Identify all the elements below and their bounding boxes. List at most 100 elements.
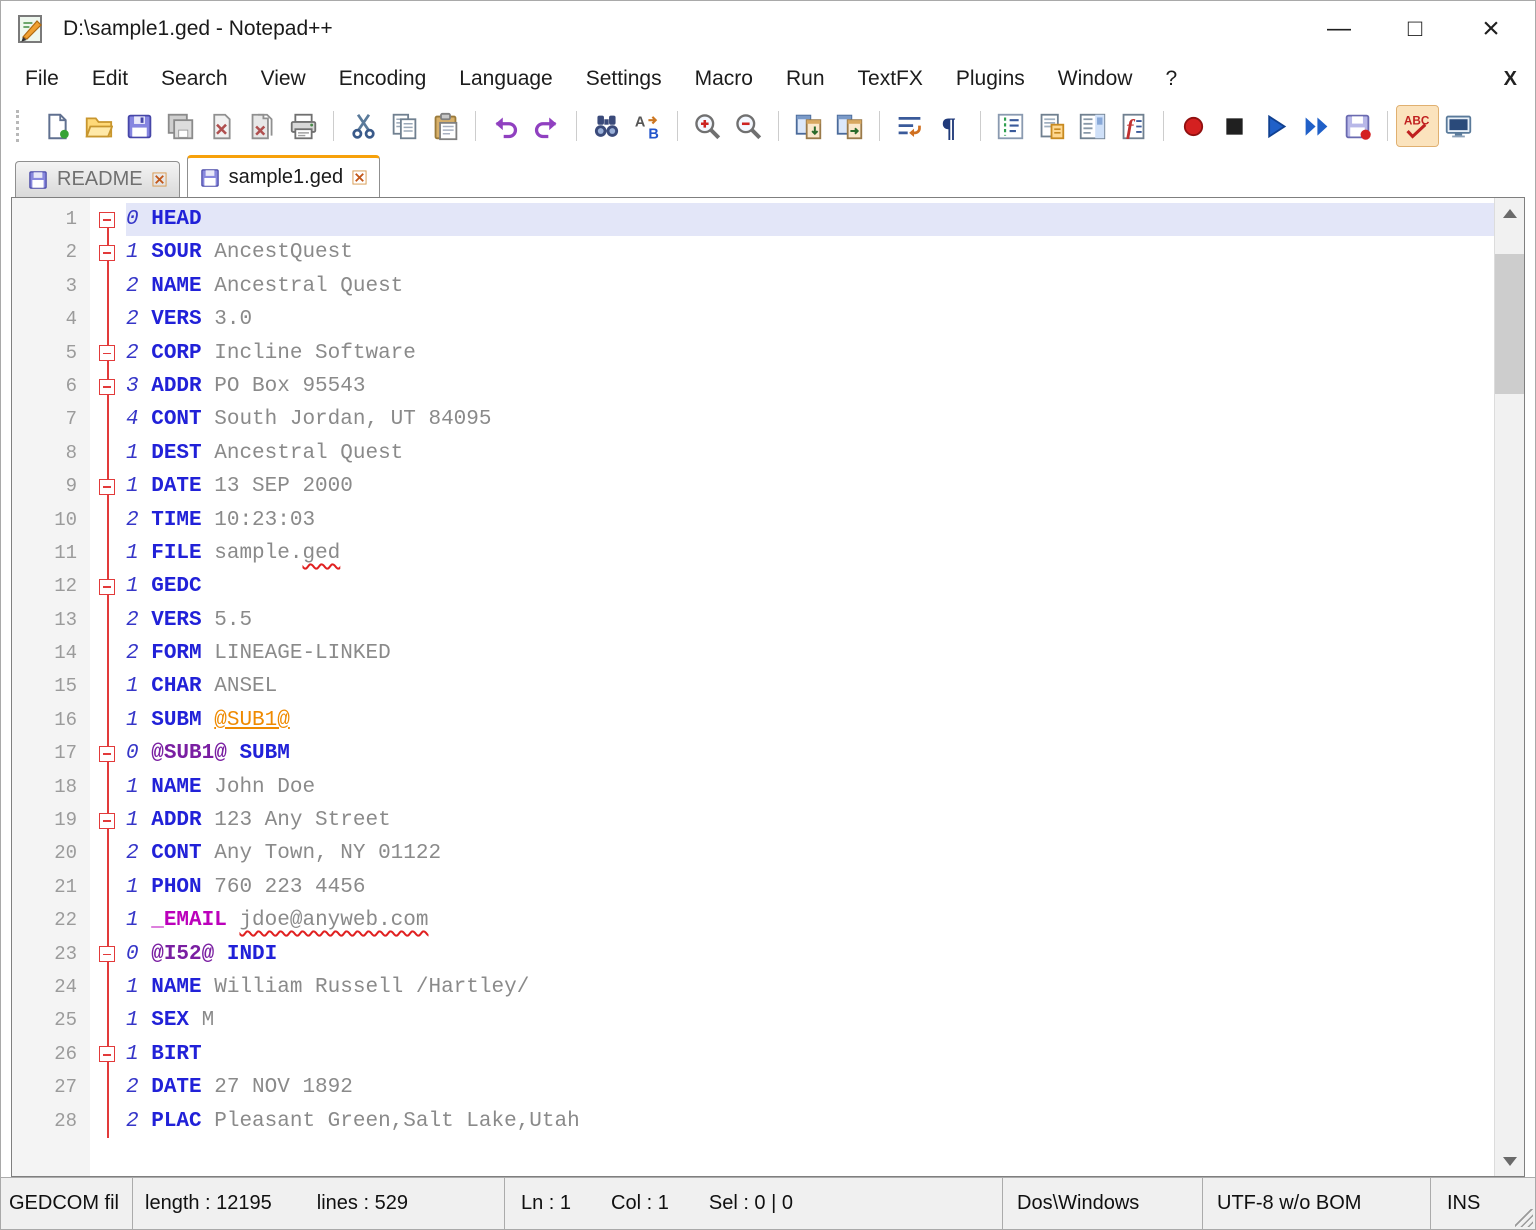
line-number[interactable]: 1 (12, 203, 90, 236)
line-number[interactable]: 22 (12, 904, 90, 937)
editor-line-21[interactable]: 21 1 PHON 760 223 4456 (12, 870, 1494, 905)
menu-edit[interactable]: Edit (92, 67, 128, 91)
line-number[interactable]: 21 (12, 871, 90, 904)
new-file-button[interactable] (37, 106, 78, 146)
copy-button[interactable] (384, 106, 425, 146)
line-number[interactable]: 20 (12, 837, 90, 870)
fold-collapse-marker[interactable] (90, 737, 126, 771)
code-text[interactable]: 2 FORM LINEAGE-LINKED (126, 637, 1494, 670)
editor-line-4[interactable]: 4 2 VERS 3.0 (12, 303, 1494, 337)
vertical-scrollbar[interactable] (1494, 198, 1524, 1176)
editor-line-11[interactable]: 11 1 FILE sample.ged (12, 536, 1494, 571)
code-text[interactable]: 1 FILE sample.ged (126, 537, 1494, 570)
line-number[interactable]: 27 (12, 1071, 90, 1104)
spell-check-button[interactable]: ABC (1396, 105, 1439, 147)
code-text[interactable]: 1 GEDC (126, 570, 1494, 603)
menu-encoding[interactable]: Encoding (339, 67, 427, 91)
line-number[interactable]: 8 (12, 437, 90, 470)
editor-line-13[interactable]: 13 2 VERS 5.5 (12, 603, 1494, 638)
editor-line-20[interactable]: 20 2 CONT Any Town, NY 01122 (12, 837, 1494, 871)
close-button[interactable]: × (1453, 1, 1529, 57)
tab-sample1-ged[interactable]: sample1.ged (186, 155, 381, 197)
fold-collapse-marker[interactable] (90, 236, 126, 270)
tab-close-icon[interactable] (152, 172, 167, 187)
code-text[interactable]: 1 NAME William Russell /Hartley/ (126, 971, 1494, 1004)
sync-scroll-horizontal-button[interactable] (829, 106, 870, 146)
editor-line-15[interactable]: 15 1 CHAR ANSEL (12, 670, 1494, 704)
editor-line-25[interactable]: 25 1 SEX M (12, 1004, 1494, 1038)
code-text[interactable]: 3 ADDR PO Box 95543 (126, 370, 1494, 403)
editor-line-16[interactable]: 16 1 SUBM @SUB1@ (12, 703, 1494, 738)
status-encoding[interactable]: UTF-8 w/o BOM (1203, 1178, 1431, 1229)
indent-guide-button[interactable] (990, 106, 1031, 146)
editor-line-6[interactable]: 6 3 ADDR PO Box 95543 (12, 369, 1494, 404)
code-text[interactable]: 2 VERS 3.0 (126, 303, 1494, 336)
editor-line-27[interactable]: 27 2 DATE 27 NOV 1892 (12, 1071, 1494, 1105)
editor-line-18[interactable]: 18 1 NAME John Doe (12, 770, 1494, 805)
scrollbar-down-arrow-icon[interactable] (1495, 1146, 1524, 1176)
close-file-button[interactable] (201, 106, 242, 146)
status-eol-format[interactable]: Dos\Windows (1003, 1178, 1203, 1229)
word-wrap-button[interactable] (889, 106, 930, 146)
fold-collapse-marker[interactable] (90, 804, 126, 838)
line-number[interactable]: 11 (12, 537, 90, 570)
menu-plugins[interactable]: Plugins (956, 67, 1025, 91)
open-file-button[interactable] (78, 106, 119, 146)
code-text[interactable]: 4 CONT South Jordan, UT 84095 (126, 403, 1494, 436)
line-number[interactable]: 26 (12, 1038, 90, 1071)
line-number[interactable]: 16 (12, 704, 90, 737)
code-text[interactable]: 1 SUBM @SUB1@ (126, 704, 1494, 737)
menu-window[interactable]: Window (1058, 67, 1133, 91)
code-text[interactable]: 0 @SUB1@ SUBM (126, 737, 1494, 770)
line-number[interactable]: 12 (12, 570, 90, 603)
undo-button[interactable] (485, 106, 526, 146)
macro-save-button[interactable] (1337, 106, 1378, 146)
save-button[interactable] (119, 106, 160, 146)
redo-button[interactable] (526, 106, 567, 146)
line-number[interactable]: 6 (12, 370, 90, 403)
fold-collapse-marker[interactable] (90, 570, 126, 604)
code-text[interactable]: 2 DATE 27 NOV 1892 (126, 1071, 1494, 1104)
code-text[interactable]: 1 PHON 760 223 4456 (126, 871, 1494, 904)
fold-collapse-marker[interactable] (90, 203, 126, 237)
macro-stop-button[interactable] (1214, 106, 1255, 146)
macro-record-button[interactable] (1173, 106, 1214, 146)
function-list-button[interactable]: f (1113, 106, 1154, 146)
code-text[interactable]: 0 @I52@ INDI (126, 938, 1494, 971)
line-number[interactable]: 18 (12, 771, 90, 804)
menubar-close-document-button[interactable]: X (1504, 68, 1517, 91)
code-text[interactable]: 2 CONT Any Town, NY 01122 (126, 837, 1494, 870)
line-number[interactable]: 10 (12, 504, 90, 537)
menu-file[interactable]: File (25, 67, 59, 91)
code-text[interactable]: 2 VERS 5.5 (126, 604, 1494, 637)
editor-line-24[interactable]: 24 1 NAME William Russell /Hartley/ (12, 970, 1494, 1005)
menu-view[interactable]: View (261, 67, 306, 91)
console-button[interactable] (1438, 106, 1479, 146)
editor-line-2[interactable]: 2 1 SOUR AncestQuest (12, 236, 1494, 270)
code-text[interactable]: 1 BIRT (126, 1038, 1494, 1071)
editor-line-17[interactable]: 17 0 @SUB1@ SUBM (12, 737, 1494, 771)
doc-switcher-button[interactable] (1031, 106, 1072, 146)
fold-collapse-marker[interactable] (90, 1037, 126, 1072)
line-number[interactable]: 23 (12, 938, 90, 971)
code-text[interactable]: 1 DATE 13 SEP 2000 (126, 470, 1494, 503)
code-text[interactable]: 1 ADDR 123 Any Street (126, 804, 1494, 837)
code-text[interactable]: 1 SEX M (126, 1004, 1494, 1037)
menu-run[interactable]: Run (786, 67, 825, 91)
editor-line-7[interactable]: 7 4 CONT South Jordan, UT 84095 (12, 403, 1494, 437)
editor-line-5[interactable]: 5 2 CORP Incline Software (12, 336, 1494, 370)
fold-collapse-marker[interactable] (90, 369, 126, 404)
code-text[interactable]: 1 CHAR ANSEL (126, 670, 1494, 703)
fold-collapse-marker[interactable] (90, 336, 126, 370)
line-number[interactable]: 17 (12, 737, 90, 770)
tab-close-icon[interactable] (352, 170, 367, 185)
fold-collapse-marker[interactable] (90, 937, 126, 971)
menu-search[interactable]: Search (161, 67, 228, 91)
editor-line-14[interactable]: 14 2 FORM LINEAGE-LINKED (12, 637, 1494, 671)
line-number[interactable]: 14 (12, 637, 90, 670)
line-number[interactable]: 2 (12, 236, 90, 269)
macro-play-button[interactable] (1255, 106, 1296, 146)
line-number[interactable]: 15 (12, 670, 90, 703)
code-text[interactable]: 1 SOUR AncestQuest (126, 236, 1494, 269)
cut-button[interactable] (343, 106, 384, 146)
